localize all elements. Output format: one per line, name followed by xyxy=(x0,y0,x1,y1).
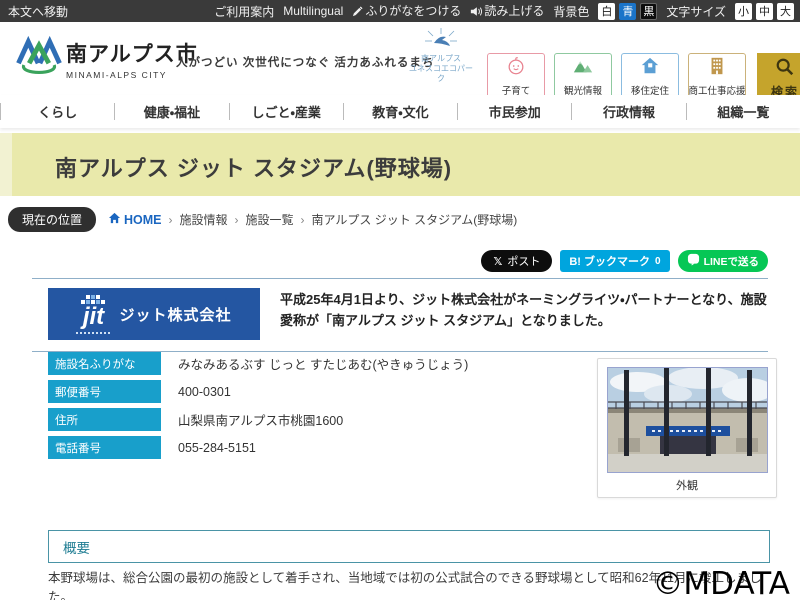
breadcrumb-item-shisetsu-jouhou[interactable]: 施設情報 xyxy=(180,211,228,228)
facility-row-address: 住所 山梨県南アルプス市桃園1600 xyxy=(48,408,468,431)
furigana-toggle[interactable]: ふりがなをつける xyxy=(352,2,461,20)
speaker-icon xyxy=(470,6,482,20)
fontsize-large-button[interactable]: 大 xyxy=(777,3,794,20)
fontsize-small-button[interactable]: 小 xyxy=(735,3,752,20)
breadcrumb-separator: › xyxy=(301,213,305,227)
facility-label: 電話番号 xyxy=(48,436,161,459)
home-icon xyxy=(108,212,121,227)
baby-icon xyxy=(506,56,526,81)
share-buttons: 𝕏 ポスト B! ブックマーク 0 LINEで送る xyxy=(481,250,768,272)
fontsize-medium-button[interactable]: 中 xyxy=(756,3,773,20)
hatena-count: 0 xyxy=(655,256,661,267)
jit-company-name: ジット株式会社 xyxy=(119,304,231,325)
breadcrumb-item-current-page: 南アルプス ジット スタジアム(野球場) xyxy=(312,211,518,228)
ecopark-text-1: 南アルプス xyxy=(408,54,474,64)
facility-value: 山梨県南アルプス市桃園1600 xyxy=(178,410,343,429)
facility-photo-card: 外観 xyxy=(597,358,777,498)
pencil-icon xyxy=(352,6,363,20)
ecopark-bird-icon xyxy=(424,27,458,51)
facility-value: 055-284-5151 xyxy=(178,441,256,455)
read-aloud-toggle[interactable]: 読み上げる xyxy=(470,2,544,20)
mountain-icon xyxy=(572,56,594,81)
line-share-button[interactable]: LINEで送る xyxy=(678,250,768,272)
overview-heading: 概要 xyxy=(63,537,90,557)
city-name-en: MINAMI-ALPS CITY xyxy=(66,70,198,80)
skip-to-content-link[interactable]: 本文へ移動 xyxy=(8,3,68,20)
facility-value: みなみあるぶす じっと すたじあむ(やきゅうじょう) xyxy=(178,354,468,373)
breadcrumb-separator: › xyxy=(235,213,239,227)
house-icon xyxy=(640,56,660,81)
facility-label: 住所 xyxy=(48,408,161,431)
breadcrumb-separator: › xyxy=(169,213,173,227)
nav-item-soshiki[interactable]: 組織一覧 xyxy=(687,102,800,121)
kosodate-button[interactable]: 子育て xyxy=(487,53,545,100)
bg-color-label: 背景色 xyxy=(553,3,589,20)
watermark: ©MDATA xyxy=(652,566,790,600)
x-icon: 𝕏 xyxy=(493,255,502,268)
page-title-band: 南アルプス ジット スタジアム(野球場) xyxy=(0,133,800,196)
hatena-bookmark-button[interactable]: B! ブックマーク 0 xyxy=(560,250,669,272)
nav-item-kyouiku[interactable]: 教育・文化 xyxy=(344,102,457,121)
font-size-label: 文字サイズ xyxy=(666,3,726,20)
top-utility-bar: 本文へ移動 ご利用案内 Multilingual ふりがなをつける 読み上げる … xyxy=(0,0,800,22)
naming-rights-notice: jit ジット株式会社 平成25年4月1日より、ジット株式会社がネーミングライツ… xyxy=(32,278,768,352)
facility-info-table: 施設名ふりがな みなみあるぶす じっと すたじあむ(やきゅうじょう) 郵便番号 … xyxy=(48,352,468,459)
facility-row-phone: 電話番号 055-284-5151 xyxy=(48,436,468,459)
breadcrumb-current-pill: 現在の位置 xyxy=(8,207,96,232)
bg-black-button[interactable]: 黒 xyxy=(640,3,657,20)
breadcrumb-home-link[interactable]: HOME xyxy=(108,212,162,227)
photo-caption: 外観 xyxy=(598,477,776,493)
city-tagline: 人がつどい 次世代につなぐ 活力あふれるまち xyxy=(176,54,434,70)
bg-blue-button[interactable]: 青 xyxy=(619,3,636,20)
facility-label: 郵便番号 xyxy=(48,380,161,403)
facility-value: 400-0301 xyxy=(178,385,231,399)
ecopark-logo: 南アルプス ユネスコエコパーク xyxy=(408,27,474,84)
jit-logo-word: jit xyxy=(76,295,110,334)
overview-heading-box: 概要 xyxy=(48,530,770,563)
line-icon xyxy=(687,253,700,269)
building-icon xyxy=(707,56,727,81)
shoukou-button[interactable]: 商工仕事応援 xyxy=(688,53,746,100)
city-logo-icon[interactable] xyxy=(14,31,64,88)
jit-company-logo: jit ジット株式会社 xyxy=(48,288,260,340)
breadcrumb-item-shisetsu-ichiran[interactable]: 施設一覧 xyxy=(246,211,294,228)
breadcrumb: 現在の位置 HOME › 施設情報 › 施設一覧 › 南アルプス ジット スタジ… xyxy=(8,207,517,232)
facility-label: 施設名ふりがな xyxy=(48,352,161,375)
nav-item-shimin[interactable]: 市民参加 xyxy=(458,102,571,121)
header-quick-buttons: 子育て 観光情報 移住定住 商工仕事応援 xyxy=(487,53,746,100)
global-nav: くらし 健康・福祉 しごと・産業 教育・文化 市民参加 行政情報 組織一覧 xyxy=(0,95,800,128)
facility-row-furigana: 施設名ふりがな みなみあるぶす じっと すたじあむ(やきゅうじょう) xyxy=(48,352,468,375)
jit-logo-smallprint xyxy=(76,332,110,334)
kankou-button[interactable]: 観光情報 xyxy=(554,53,612,100)
bg-white-button[interactable]: 白 xyxy=(598,3,615,20)
title-band-edge xyxy=(0,133,12,196)
search-icon xyxy=(775,57,795,82)
site-guide-link[interactable]: ご利用案内 xyxy=(214,3,274,20)
x-post-button[interactable]: 𝕏 ポスト xyxy=(481,250,552,272)
site-header: 南アルプス市 MINAMI-ALPS CITY 人がつどい 次世代につなぐ 活力… xyxy=(0,22,800,95)
ecopark-text-2: ユネスコエコパーク xyxy=(408,64,474,84)
nav-item-kurashi[interactable]: くらし xyxy=(1,102,114,121)
nav-item-kenkou[interactable]: 健康・福祉 xyxy=(115,102,228,121)
nav-item-gyousei[interactable]: 行政情報 xyxy=(572,102,685,121)
page-title: 南アルプス ジット スタジアム(野球場) xyxy=(55,151,452,183)
facility-row-postal: 郵便番号 400-0301 xyxy=(48,380,468,403)
nav-item-shigoto[interactable]: しごと・産業 xyxy=(230,102,343,121)
ijuu-button[interactable]: 移住定住 xyxy=(621,53,679,100)
multilingual-link[interactable]: Multilingual xyxy=(283,4,343,18)
stadium-exterior-photo xyxy=(607,367,768,473)
naming-rights-text: 平成25年4月1日より、ジット株式会社がネーミングライツ・パートナーとなり、施設… xyxy=(280,288,768,332)
